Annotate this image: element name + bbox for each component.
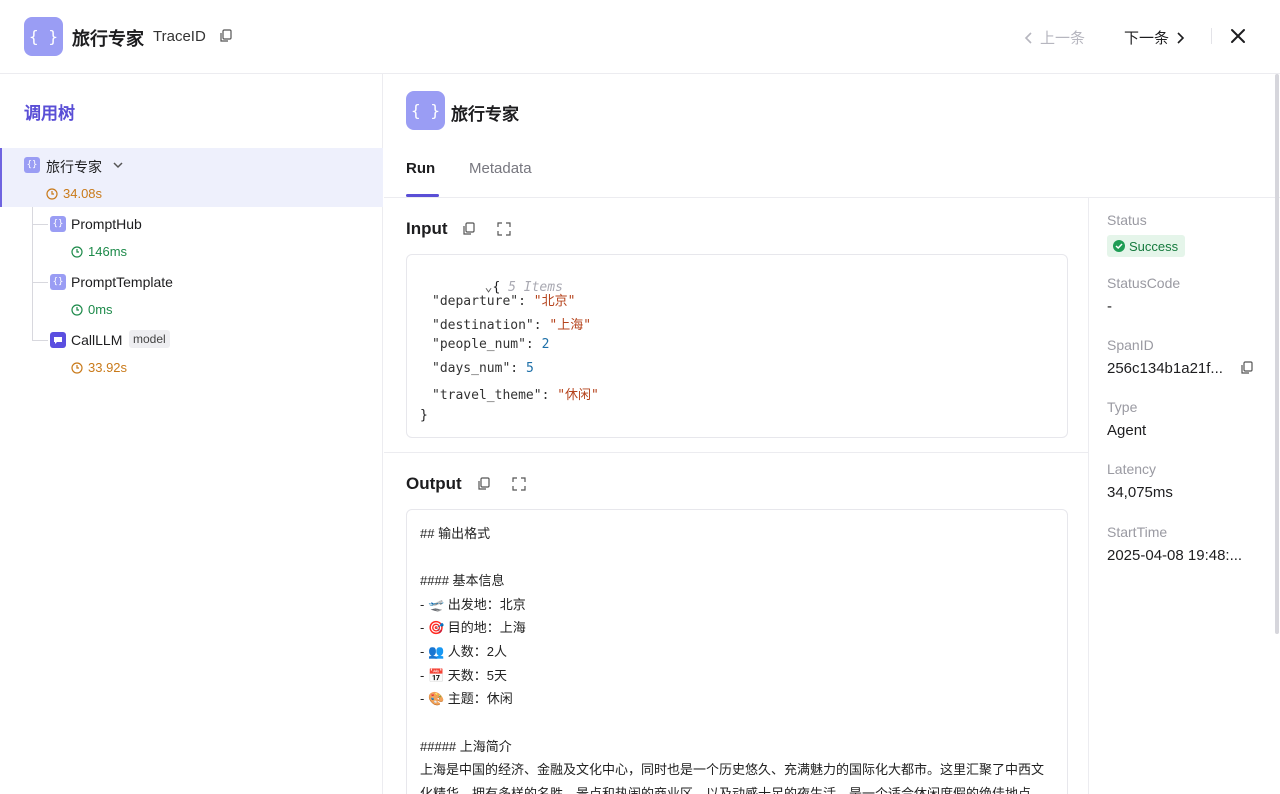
tree-connector (32, 340, 48, 341)
type-label: Type (1107, 399, 1138, 415)
output-line: ## 输出格式 (420, 526, 491, 541)
tree-node-label: 旅行专家 (46, 159, 102, 175)
call-tree-panel: 调用树 {} 旅行专家 34.08s {} PromptHub 146ms {}… (0, 74, 383, 794)
latency-value: 146ms (88, 244, 128, 259)
run-content: Input ⌄{ 5 Items "departure": "北京" "dest… (384, 198, 1089, 794)
code-braces-icon: {} (24, 157, 40, 173)
code-braces-icon: { } (24, 17, 63, 56)
expand-icon[interactable] (497, 222, 511, 236)
close-icon[interactable] (1228, 26, 1248, 46)
code-braces-icon: {} (50, 274, 66, 290)
tab-bar: Run Metadata (384, 148, 1280, 198)
json-entry: "days_num": 5 (432, 361, 534, 376)
app-title: 旅行专家 (72, 29, 144, 49)
status-badge: Success (1107, 235, 1186, 257)
json-entry: "people_num": 2 (432, 337, 550, 352)
code-braces-icon: {} (50, 216, 66, 232)
next-label: 下一条 (1124, 30, 1170, 47)
output-line: - 📅 天数：5天 (420, 668, 507, 683)
json-entry: "destination": "上海" (432, 318, 592, 333)
output-text-viewer: ## 输出格式 #### 基本信息 - 🛫 出发地：北京 - 🎯 目的地：上海 … (406, 509, 1068, 794)
start-time-label: StartTime (1107, 524, 1168, 540)
json-entry: "travel_theme": "休闲" (432, 388, 599, 403)
input-json-viewer: ⌄{ 5 Items "departure": "北京" "destinatio… (406, 254, 1068, 438)
json-entry: "departure": "北京" (432, 294, 576, 309)
copy-icon[interactable] (462, 222, 476, 236)
header-divider (1211, 28, 1212, 44)
output-line: #### 基本信息 (420, 573, 505, 588)
active-tab-indicator (406, 194, 439, 197)
span-id-value: 256c134b1a21f... (1107, 360, 1223, 377)
clock-icon (71, 361, 83, 374)
tree-connector (32, 282, 48, 283)
latency-value: 34,075ms (1107, 484, 1173, 501)
start-time-value: 2025-04-08 19:48:... (1107, 547, 1243, 564)
tree-connector (32, 224, 48, 225)
latency-value: 34.08s (63, 186, 103, 201)
output-title: Output (406, 474, 462, 493)
tree-node-latency: 33.92s (71, 360, 127, 375)
chevron-right-icon (1177, 31, 1185, 44)
tree-node-latency: 0ms (71, 302, 113, 317)
latency-label: Latency (1107, 461, 1157, 477)
header: { } 旅行专家 TraceID 上一条 下一条 (0, 0, 1280, 74)
clock-icon (71, 303, 83, 316)
call-tree-title: 调用树 (24, 104, 75, 123)
output-line: ##### 上海简介 (420, 739, 512, 754)
tab-metadata[interactable]: Metadata (469, 160, 532, 177)
output-line: 化精华，拥有多样的名胜、景点和热闹的商业区，以及动感十足的夜生活，是一个适合休闲… (420, 786, 1045, 794)
span-id-label: SpanID (1107, 337, 1154, 353)
tree-node-latency: 146ms (71, 244, 127, 259)
copy-icon[interactable] (219, 29, 233, 43)
chevron-left-icon (1024, 31, 1032, 44)
copy-icon[interactable] (1240, 361, 1254, 375)
detail-title: 旅行专家 (451, 105, 519, 124)
status-value: Success (1129, 238, 1179, 254)
next-button[interactable]: 下一条 (1124, 27, 1185, 48)
output-line: - 🎨 主题：休闲 (420, 691, 513, 706)
input-title: Input (406, 219, 448, 238)
status-code-label: StatusCode (1107, 275, 1181, 291)
expand-icon[interactable] (512, 477, 526, 491)
tree-connector (32, 207, 33, 340)
output-line: - 🛫 出发地：北京 (420, 597, 526, 612)
output-line: - 🎯 目的地：上海 (420, 620, 526, 635)
trace-id-label: TraceID (153, 28, 206, 45)
model-tag: model (129, 330, 170, 348)
check-circle-icon (1113, 240, 1125, 252)
chat-bubble-icon (50, 332, 66, 348)
latency-value: 0ms (88, 302, 113, 317)
tree-node-latency: 34.08s (46, 186, 102, 201)
code-braces-icon: { } (406, 91, 445, 130)
tab-run[interactable]: Run (406, 160, 435, 177)
type-value: Agent (1107, 422, 1147, 439)
json-close-brace: } (420, 408, 428, 423)
tree-node-label: PromptTemplate (71, 274, 173, 290)
section-divider (384, 452, 1089, 453)
tree-node-root[interactable]: {} 旅行专家 34.08s (0, 148, 383, 207)
copy-icon[interactable] (477, 477, 491, 491)
clock-icon (71, 245, 83, 258)
clock-icon (46, 187, 58, 200)
span-meta: Status Success StatusCode - SpanID 256c1… (1090, 198, 1280, 794)
status-label: Status (1107, 212, 1147, 228)
detail-panel: { } 旅行专家 Run Metadata Input ⌄{ 5 Items "… (384, 74, 1280, 794)
tree-node-label: PromptHub (71, 216, 142, 232)
tree-node-label: CallLLM (71, 332, 123, 348)
chevron-down-icon[interactable] (112, 160, 124, 170)
scrollbar[interactable] (1275, 74, 1279, 634)
output-line: 上海是中国的经济、金融及文化中心，同时也是一个历史悠久、充满魅力的国际化大都市。… (420, 762, 1045, 777)
prev-button[interactable]: 上一条 (1024, 27, 1085, 48)
status-code-value: - (1107, 298, 1112, 315)
prev-label: 上一条 (1040, 30, 1086, 47)
latency-value: 33.92s (88, 360, 128, 375)
output-line: - 👥 人数：2人 (420, 644, 507, 659)
